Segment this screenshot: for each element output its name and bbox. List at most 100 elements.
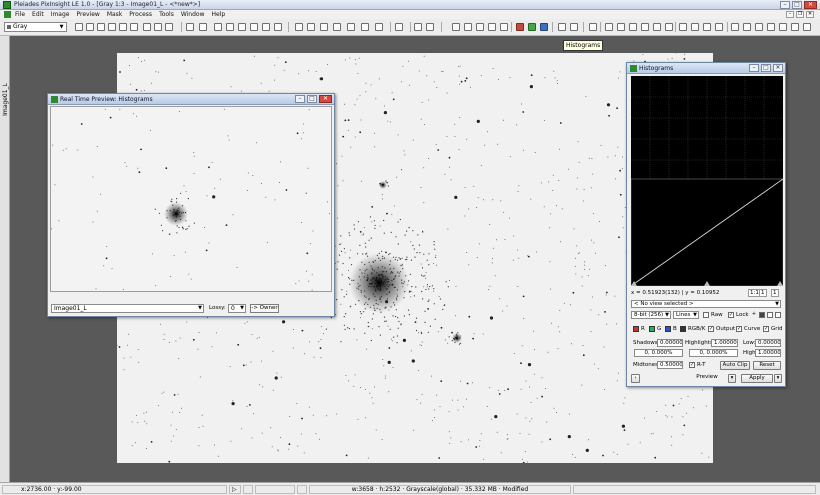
process-icon[interactable]	[395, 23, 403, 31]
zoom-fit-icon[interactable]	[199, 23, 207, 31]
script-icon[interactable]	[414, 23, 422, 31]
low-field[interactable]: 0.00000	[755, 339, 781, 347]
menu-process[interactable]: Process	[129, 11, 152, 18]
rtp-close-button[interactable]: ✕	[319, 95, 332, 103]
maximize-button[interactable]: □	[792, 1, 802, 9]
minimize-button[interactable]: –	[780, 1, 790, 9]
menu-help[interactable]: Help	[212, 11, 226, 18]
menu-tools[interactable]: Tools	[159, 11, 174, 18]
mirror-icon[interactable]	[500, 23, 508, 31]
view-tab-image01[interactable]: Image01_L	[1, 79, 9, 119]
color-saturation-icon[interactable]	[589, 23, 597, 31]
curves-icon[interactable]	[570, 23, 578, 31]
mask-icon[interactable]	[375, 23, 383, 31]
history-explorer-icon[interactable]	[779, 23, 787, 31]
red-channel-label[interactable]: R	[641, 326, 645, 332]
fit-icon[interactable]	[130, 23, 138, 31]
new-preview-icon[interactable]	[143, 23, 151, 31]
resample-icon[interactable]	[464, 23, 472, 31]
noise-icon[interactable]	[665, 23, 673, 31]
menu-mask[interactable]: Mask	[107, 11, 122, 18]
zoom-y-field[interactable]: 1	[771, 289, 779, 297]
format-explorer-icon[interactable]	[743, 23, 751, 31]
auto-clip-button[interactable]: Auto Clip	[720, 361, 750, 370]
star-icon[interactable]	[361, 23, 369, 31]
histogram-view-select[interactable]: < No view selected > ▼	[631, 300, 781, 308]
menu-image[interactable]: Image	[51, 11, 70, 18]
blue-channel-label[interactable]: B	[673, 326, 677, 332]
high-field[interactable]: 1.00000	[755, 349, 781, 357]
new-image-icon[interactable]	[452, 23, 460, 31]
histograms-icon[interactable]	[558, 23, 566, 31]
channel-red-icon[interactable]	[516, 23, 524, 31]
process-explorer-icon[interactable]	[767, 23, 775, 31]
grid-large-icon[interactable]	[775, 312, 781, 318]
curve-checkbox[interactable]: ✓	[736, 326, 742, 332]
console-icon[interactable]	[426, 23, 434, 31]
zoom-selection-icon[interactable]	[262, 23, 270, 31]
menu-file[interactable]: File	[15, 11, 25, 18]
zoom-window-icon[interactable]	[250, 23, 258, 31]
close-button[interactable]: ✕	[804, 1, 817, 9]
morphology-icon[interactable]	[653, 23, 661, 31]
mdi-close-button[interactable]: ✕	[806, 11, 814, 18]
apply-button[interactable]: Apply	[741, 374, 773, 383]
zoom-in-x2-icon[interactable]	[214, 23, 222, 31]
apply-dropdown-icon[interactable]: ▾	[774, 374, 782, 383]
grid-checkbox[interactable]: ✓	[763, 326, 769, 332]
histogram-plot[interactable]	[631, 76, 783, 286]
full-view-icon[interactable]	[238, 23, 246, 31]
histograms-maximize-button[interactable]: □	[761, 64, 771, 72]
zoom-out-x2-icon[interactable]	[226, 23, 234, 31]
convolution-icon[interactable]	[629, 23, 637, 31]
window-list-icon[interactable]	[715, 23, 723, 31]
output-checkbox[interactable]: ✓	[708, 326, 714, 332]
resolution-select[interactable]: 8-bit (256) ▼	[631, 311, 671, 319]
menu-edit[interactable]: Edit	[32, 11, 44, 18]
grid-small-icon[interactable]	[759, 312, 765, 318]
channel-blue-icon[interactable]	[540, 23, 548, 31]
undo-icon[interactable]	[295, 23, 303, 31]
view-explorer-icon[interactable]	[755, 23, 763, 31]
cursor-icon[interactable]	[274, 23, 282, 31]
zoom-1-1-icon[interactable]	[186, 23, 194, 31]
plus-icon[interactable]: +	[751, 312, 757, 318]
preview-dropdown-icon[interactable]: ▾	[728, 374, 736, 383]
rtp-preview-area[interactable]	[50, 106, 332, 292]
rotate-icon[interactable]	[488, 23, 496, 31]
rtp-maximize-button[interactable]: □	[307, 95, 317, 103]
layer-icon[interactable]	[347, 23, 355, 31]
statistics-icon[interactable]	[605, 23, 613, 31]
menu-preview[interactable]: Preview	[76, 11, 99, 18]
zoom-x-field[interactable]: 1	[759, 289, 767, 297]
histograms-title-bar[interactable]: Histograms – □ ✕	[627, 63, 785, 74]
readout-icon[interactable]	[119, 23, 127, 31]
play-icon[interactable]: ▷	[229, 485, 241, 494]
green-channel-label[interactable]: G	[657, 326, 661, 332]
help-icon[interactable]	[803, 23, 811, 31]
preview-button[interactable]: Preview	[687, 374, 727, 383]
window-cascade-icon[interactable]	[691, 23, 699, 31]
explorer-icon[interactable]	[731, 23, 739, 31]
grid-medium-icon[interactable]	[767, 312, 773, 318]
window-tile-icon[interactable]	[679, 23, 687, 31]
pan-icon[interactable]	[97, 23, 105, 31]
histograms-minimize-button[interactable]: –	[749, 64, 759, 72]
histograms-close-button[interactable]: ✕	[773, 64, 783, 72]
zoom-in-icon[interactable]	[75, 23, 83, 31]
chevron-left-icon[interactable]: ‹	[631, 374, 640, 383]
crop-icon[interactable]	[476, 23, 484, 31]
highlights-field[interactable]: 1.00000	[711, 339, 738, 347]
zoom-out-icon[interactable]	[86, 23, 94, 31]
plot-style-select[interactable]: Lines ▼	[673, 311, 699, 319]
lock-checkbox[interactable]: ✓	[728, 312, 734, 318]
color-space-select[interactable]: Gray ▼	[4, 22, 67, 32]
rtp-view-select[interactable]: Image01_L ▼	[51, 304, 204, 313]
raw-checkbox[interactable]	[703, 312, 709, 318]
midtones-field[interactable]: 0.50000	[657, 361, 683, 369]
real-time-checkbox[interactable]: ✓	[689, 362, 695, 368]
redo-icon[interactable]	[307, 23, 315, 31]
move-icon[interactable]	[108, 23, 116, 31]
menu-window[interactable]: Window	[181, 11, 205, 18]
console-explorer-icon[interactable]	[791, 23, 799, 31]
